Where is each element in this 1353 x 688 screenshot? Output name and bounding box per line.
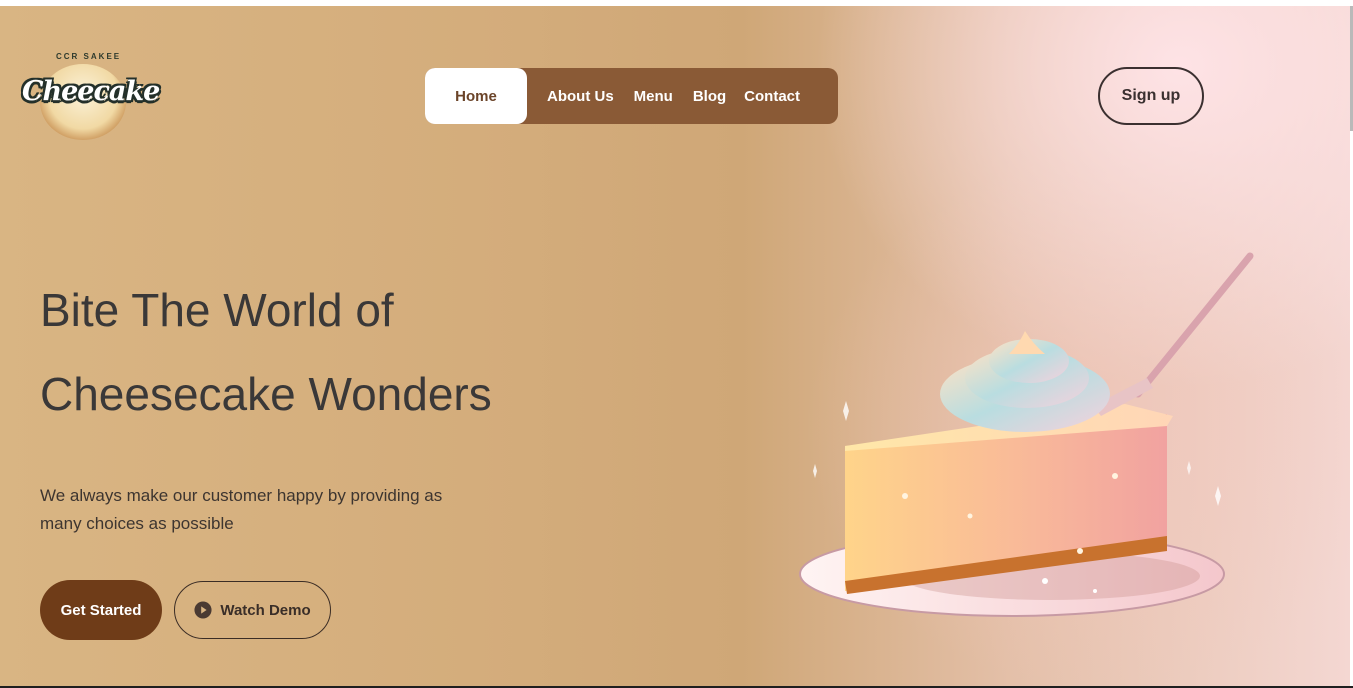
brand-logo[interactable]: CCR SAKEE Cheecake xyxy=(22,46,160,146)
nav-about-us[interactable]: About Us xyxy=(547,88,614,105)
hero-section: CCR SAKEE Cheecake Home About Us Menu Bl… xyxy=(0,6,1350,686)
nav-contact[interactable]: Contact xyxy=(744,88,800,105)
watch-demo-button[interactable]: Watch Demo xyxy=(174,581,331,639)
watch-demo-label: Watch Demo xyxy=(220,601,311,619)
nav-menu[interactable]: Menu xyxy=(634,88,673,105)
logo-wordmark: Cheecake xyxy=(22,76,160,107)
logo-arc-text: CCR SAKEE xyxy=(56,52,122,61)
get-started-button[interactable]: Get Started xyxy=(40,580,162,640)
nav-home[interactable]: Home xyxy=(425,68,527,124)
hero-headline: Bite The World of Cheesecake Wonders xyxy=(40,268,492,436)
signup-button[interactable]: Sign up xyxy=(1098,67,1204,125)
hero-tagline: We always make our customer happy by pro… xyxy=(40,486,443,533)
cheesecake-illustration xyxy=(799,252,1254,617)
hero-headline-line2: Cheesecake Wonders xyxy=(40,368,492,420)
play-circle-icon xyxy=(194,601,212,619)
hero-headline-line1: Bite The World of xyxy=(40,284,394,336)
nav-blog[interactable]: Blog xyxy=(693,88,726,105)
main-nav: Home About Us Menu Blog Contact xyxy=(425,68,838,124)
